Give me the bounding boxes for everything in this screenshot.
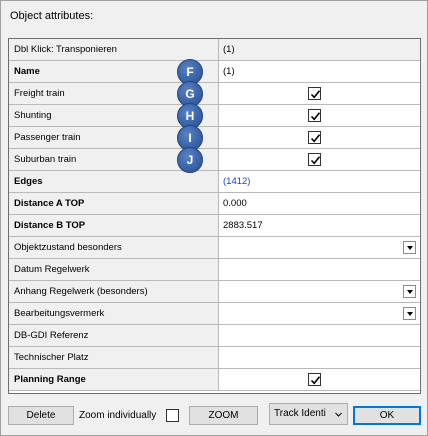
attribute-label: Bearbeitungsvermerk [9, 303, 219, 324]
chevron-down-icon [335, 412, 342, 417]
attribute-value-cell[interactable] [219, 325, 420, 346]
attribute-value: (1) [223, 66, 235, 77]
attribute-row: Datum Regelwerk [9, 259, 420, 281]
attribute-label: Technischer Platz [9, 347, 219, 368]
attribute-label: Edges [9, 171, 219, 192]
attribute-value-cell[interactable]: 2883.517 [219, 215, 420, 236]
attribute-row: Planning Range [9, 369, 420, 391]
attribute-label: DB-GDI Referenz [9, 325, 219, 346]
attribute-label: Distance B TOP [9, 215, 219, 236]
checkmark-icon [310, 90, 321, 99]
zoom-individually-checkbox[interactable] [166, 409, 179, 422]
attribute-row: DB-GDI Referenz [9, 325, 420, 347]
attribute-value-cell[interactable] [219, 237, 420, 258]
zoom-individually-label: Zoom individually [79, 410, 157, 421]
attribute-checkbox[interactable] [308, 153, 321, 166]
checkmark-icon [310, 376, 321, 385]
dialog-title: Object attributes: [10, 10, 94, 22]
attribute-value-cell[interactable]: (1412) [219, 171, 420, 192]
attribute-row: Shunting H [9, 103, 420, 129]
delete-button[interactable]: Delete [8, 406, 74, 425]
attribute-value-cell[interactable] [219, 149, 420, 170]
attribute-label: Anhang Regelwerk (besonders) [9, 281, 219, 302]
attribute-row: Passenger train I [9, 125, 420, 151]
track-select-value: Track Identi [274, 408, 326, 419]
attribute-row: Distance B TOP 2883.517 [9, 215, 420, 237]
dropdown-arrow-button[interactable] [403, 307, 416, 320]
attribute-value-cell[interactable]: 0.000 [219, 193, 420, 214]
attribute-checkbox[interactable] [308, 109, 321, 122]
attribute-value-cell[interactable]: (1) [219, 39, 420, 60]
attribute-row: Name F (1) [9, 59, 420, 85]
checkmark-icon [310, 112, 321, 121]
attribute-checkbox[interactable] [308, 87, 321, 100]
attribute-value-cell[interactable] [219, 105, 420, 126]
object-attributes-dialog: Object attributes: Dbl Klick: Transponie… [0, 0, 428, 436]
attribute-label: Distance A TOP [9, 193, 219, 214]
attribute-value-cell[interactable] [219, 303, 420, 324]
attribute-value-cell[interactable] [219, 127, 420, 148]
attribute-label: Objektzustand besonders [9, 237, 219, 258]
attribute-checkbox[interactable] [308, 373, 321, 386]
attribute-label: Dbl Klick: Transponieren [9, 39, 219, 60]
attribute-value-cell[interactable] [219, 369, 420, 390]
annotation-badge: J [177, 147, 203, 173]
attribute-row: Distance A TOP 0.000 [9, 193, 420, 215]
attribute-row: Freight train G [9, 81, 420, 107]
attribute-value-cell[interactable] [219, 281, 420, 302]
dropdown-arrow-button[interactable] [403, 285, 416, 298]
dropdown-arrow-button[interactable] [403, 241, 416, 254]
attribute-row: Technischer Platz [9, 347, 420, 369]
attribute-value: 2883.517 [223, 220, 263, 231]
attribute-row: Edges (1412) [9, 171, 420, 193]
attribute-value-cell[interactable] [219, 83, 420, 104]
attribute-value-link[interactable]: (1412) [223, 176, 250, 187]
attribute-value-cell[interactable] [219, 347, 420, 368]
checkmark-icon [310, 156, 321, 165]
attribute-row: Dbl Klick: Transponieren (1) [9, 39, 420, 61]
attribute-value: (1) [223, 44, 235, 55]
dialog-footer: Delete Zoom individually ZOOM Track Iden… [1, 403, 428, 431]
attribute-label: Datum Regelwerk [9, 259, 219, 280]
attribute-value: 0.000 [223, 198, 247, 209]
attribute-row: Objektzustand besonders [9, 237, 420, 259]
ok-button[interactable]: OK [353, 406, 421, 425]
attribute-row: Bearbeitungsvermerk [9, 303, 420, 325]
attributes-grid: Dbl Klick: Transponieren (1) Name F (1) Freig… [8, 38, 421, 394]
attribute-row: Anhang Regelwerk (besonders) [9, 281, 420, 303]
attribute-label: Planning Range [9, 369, 219, 390]
attribute-value-cell[interactable] [219, 259, 420, 280]
track-identifier-select[interactable]: Track Identi [269, 403, 348, 425]
attribute-row: Suburban train J [9, 147, 420, 173]
zoom-button[interactable]: ZOOM [189, 406, 258, 425]
checkmark-icon [310, 134, 321, 143]
attribute-checkbox[interactable] [308, 131, 321, 144]
attribute-value-cell[interactable]: (1) [219, 61, 420, 82]
